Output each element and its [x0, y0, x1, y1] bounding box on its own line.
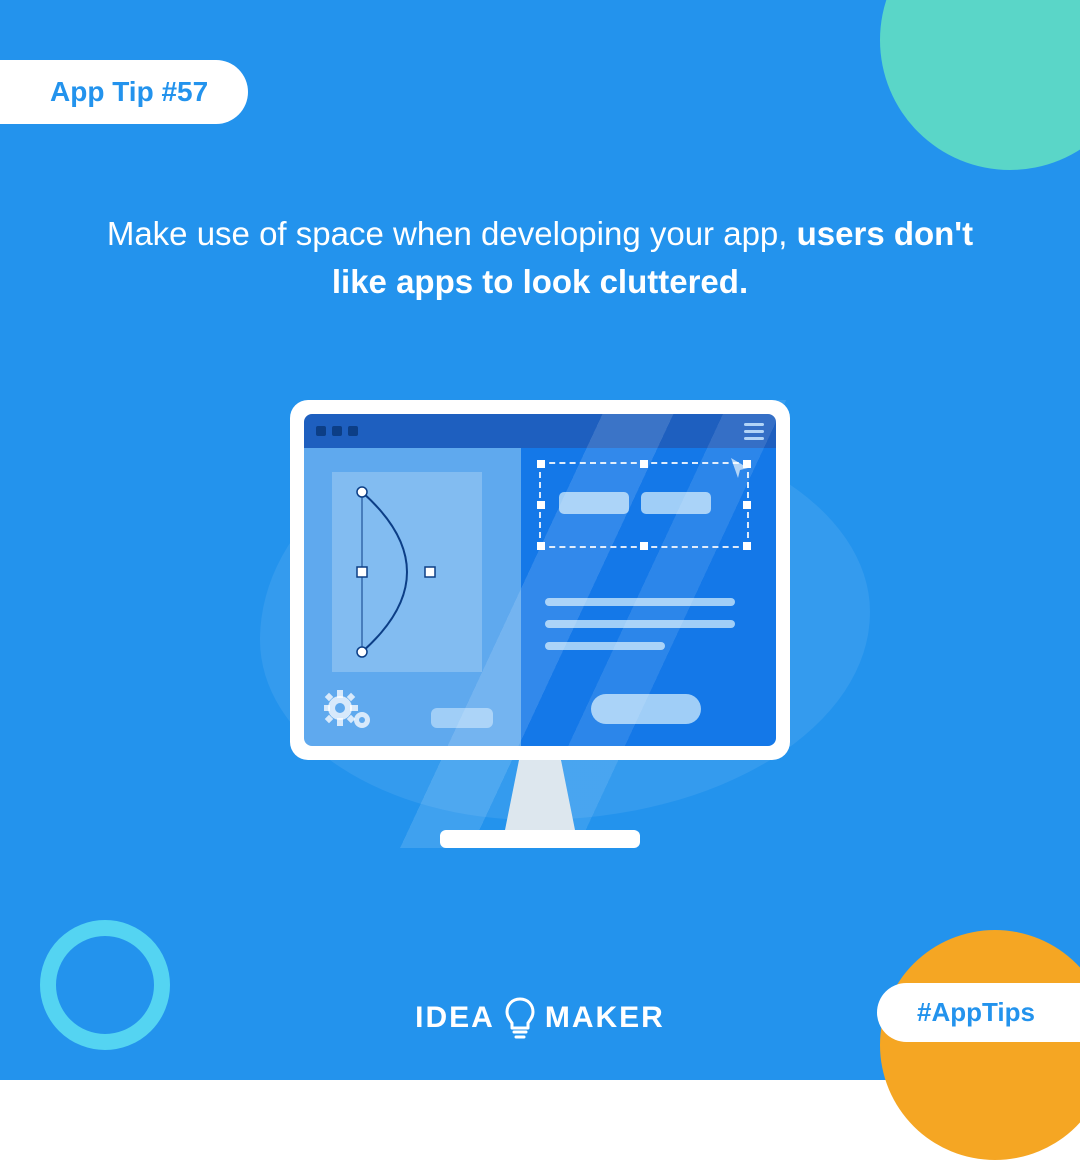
hashtag-badge: #AppTips [877, 983, 1080, 1042]
text-line-placeholder [545, 642, 665, 650]
logo-right: MAKER [545, 1001, 665, 1035]
monitor-stand-neck [505, 760, 575, 830]
window-controls-icon [316, 426, 358, 436]
orange-circle-decoration [880, 930, 1080, 1160]
bezier-curve-icon [332, 472, 482, 672]
lightbulb-icon [503, 996, 537, 1040]
small-button-placeholder [431, 708, 493, 728]
monitor-stand-base [440, 830, 640, 848]
tip-number-badge: App Tip #57 [0, 60, 248, 124]
tip-headline: Make use of space when developing your a… [90, 210, 990, 306]
logo-left: IDEA [415, 1001, 495, 1035]
tab-placeholder [641, 492, 711, 514]
workspace-split [304, 448, 776, 746]
teal-circle-decoration [880, 0, 1080, 170]
text-line-placeholder [545, 598, 735, 606]
cta-button-placeholder [591, 694, 701, 724]
monitor-screen [304, 414, 776, 746]
hashtag-label: #AppTips [917, 997, 1035, 1027]
tab-placeholder [559, 492, 629, 514]
gear-icon [324, 690, 380, 734]
headline-regular: Make use of space when developing your a… [107, 215, 797, 252]
layout-preview-pane [521, 448, 776, 746]
monitor-illustration [290, 400, 790, 848]
tip-number-label: App Tip #57 [50, 76, 208, 107]
hamburger-menu-icon [744, 423, 764, 440]
window-titlebar [304, 414, 776, 448]
design-canvas-pane [304, 448, 521, 746]
tip-card: App Tip #57 Make use of space when devel… [0, 0, 1080, 1080]
text-line-placeholder [545, 620, 735, 628]
monitor-frame [290, 400, 790, 760]
